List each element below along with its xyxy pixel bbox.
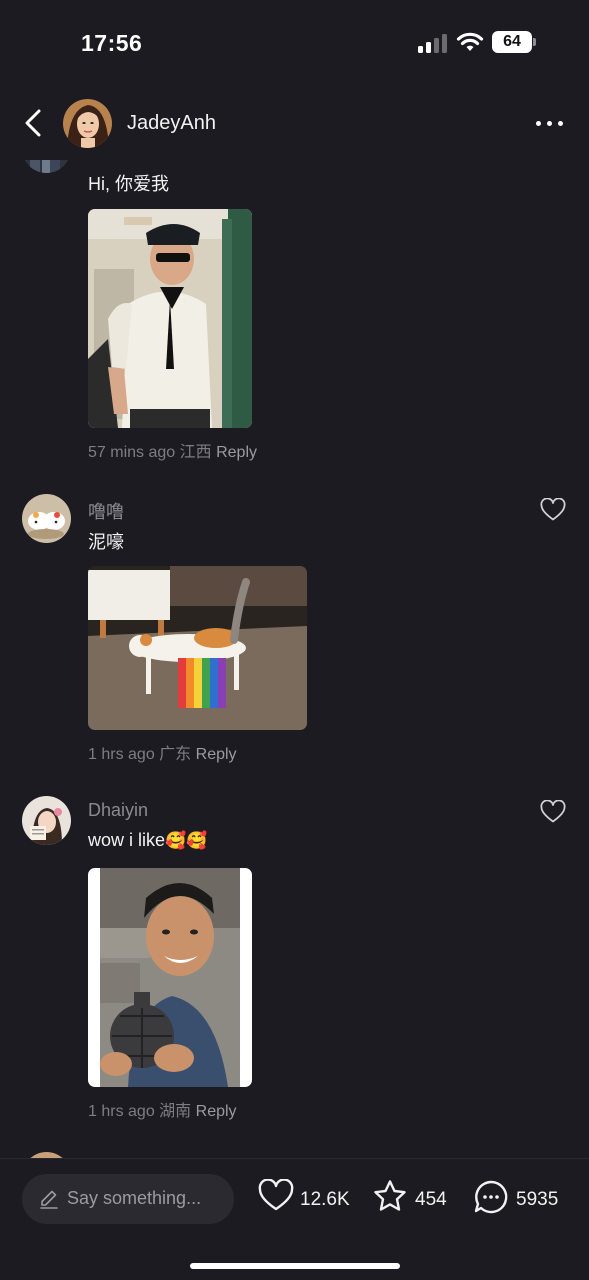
- status-bar: 17:56 64: [0, 0, 589, 84]
- star-icon: [374, 1180, 406, 1211]
- comment-time: 1 hrs ago: [88, 746, 155, 763]
- comment-location: 江西: [179, 444, 212, 461]
- signal-icon: [418, 33, 448, 53]
- comment-image[interactable]: [88, 868, 252, 1087]
- comment-location: 湖南: [159, 1103, 192, 1120]
- like-count: 12.6K: [300, 1189, 350, 1210]
- comment-username[interactable]: 噜噜: [88, 498, 124, 524]
- status-time: 17:56: [81, 30, 143, 56]
- comment-bubble-icon: [474, 1180, 508, 1214]
- header-username[interactable]: JadeyAnh: [127, 112, 216, 135]
- back-icon[interactable]: [18, 106, 52, 140]
- comment-image[interactable]: [88, 566, 307, 730]
- comment-count: 5935: [516, 1189, 559, 1210]
- more-icon[interactable]: [530, 112, 570, 134]
- heart-icon[interactable]: [540, 498, 566, 522]
- heart-eyes-emoji: 🥰🥰: [165, 831, 208, 851]
- comment-input[interactable]: Say something...: [22, 1174, 234, 1224]
- pencil-icon: [40, 1190, 58, 1209]
- comment-meta: 1 hrs ago 广东 Reply: [88, 740, 237, 764]
- comment-count-button[interactable]: 5935: [473, 1179, 569, 1219]
- favorite-count: 454: [415, 1189, 447, 1210]
- comment-text-body: wow i like: [88, 830, 166, 850]
- comment-image[interactable]: [88, 209, 252, 428]
- battery-icon: 64: [492, 31, 536, 53]
- battery-level: 64: [492, 31, 532, 53]
- comment-username[interactable]: Dhaiyin: [88, 800, 148, 821]
- reply-button[interactable]: Reply: [196, 746, 237, 763]
- reply-button[interactable]: Reply: [216, 444, 257, 461]
- reply-button[interactable]: Reply: [196, 1103, 237, 1120]
- comment-avatar[interactable]: [22, 494, 71, 543]
- heart-icon: [258, 1179, 294, 1211]
- comment-meta: 57 mins ago 江西 Reply: [88, 438, 257, 462]
- like-button[interactable]: 12.6K: [258, 1179, 358, 1219]
- comment-meta: 1 hrs ago 湖南 Reply: [88, 1097, 237, 1121]
- comment-text: 泥嚎: [88, 532, 124, 552]
- home-indicator: [190, 1263, 400, 1269]
- favorite-button[interactable]: 454: [372, 1179, 462, 1219]
- chat-header: JadeyAnh: [0, 90, 589, 160]
- header-avatar[interactable]: [63, 99, 112, 148]
- wifi-icon: [456, 32, 484, 51]
- comment-avatar[interactable]: [22, 160, 71, 173]
- comment-list[interactable]: Hi, 你爱我 57 mins ago 江西 Reply 噜噜 泥嚎 1 hrs…: [0, 160, 589, 1158]
- bottom-action-bar: Say something... 12.6K 454 5935: [0, 1158, 589, 1280]
- comment-location: 广东: [159, 746, 192, 763]
- comment-time: 57 mins ago: [88, 444, 176, 461]
- comment-text: wow i like🥰🥰: [88, 830, 207, 851]
- comment-avatar[interactable]: [22, 796, 71, 845]
- comment-input-placeholder: Say something...: [67, 1188, 202, 1208]
- heart-icon[interactable]: [540, 800, 566, 824]
- comment-time: 1 hrs ago: [88, 1103, 155, 1120]
- comment-text: Hi, 你爱我: [88, 174, 169, 194]
